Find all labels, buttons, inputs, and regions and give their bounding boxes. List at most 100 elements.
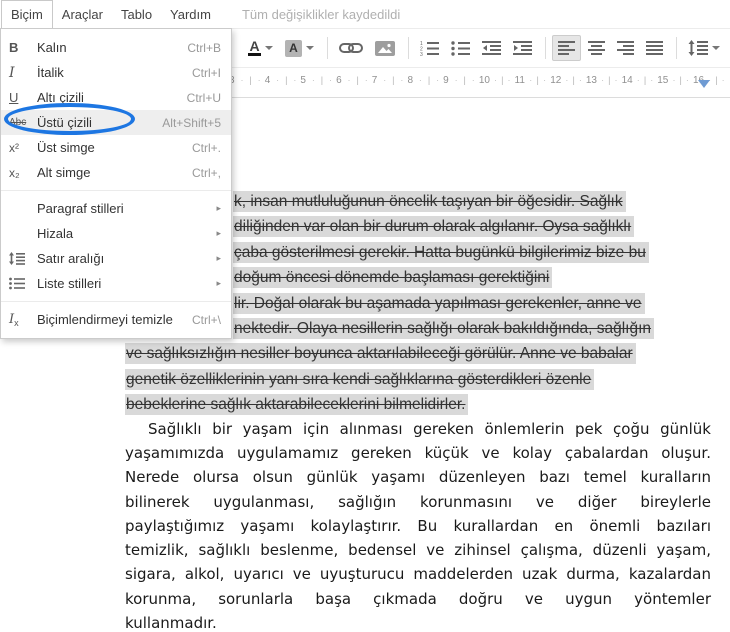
ruler-ticks: 3·|·4·|·5·|·6·|·7·|·8·|·9·|·10·|·11·|·12… — [227, 75, 727, 86]
indent-icon — [513, 40, 532, 56]
highlight-color-button[interactable]: A — [280, 35, 319, 61]
align-left-button[interactable] — [552, 35, 581, 61]
insert-link-button[interactable] — [334, 35, 368, 61]
paragraph-line[interactable]: Sağlıklı bir yaşam için alınması gereken… — [125, 417, 711, 441]
ruler-cell: 11·|· — [513, 75, 549, 86]
ruler-number: 12 — [550, 75, 561, 86]
paragraph-line[interactable]: temizlik, sağlıklı beslenme, bedensel ve… — [125, 538, 711, 562]
highlight-color-icon: A — [285, 40, 302, 57]
ruler-tick: · — [722, 75, 725, 85]
menu-item-paragraf-stilleri[interactable]: Paragraf stilleri ▸ — [1, 196, 231, 221]
menu-item-ust-simge[interactable]: x² Üst simge Ctrl+. — [1, 135, 231, 160]
italic-icon: I — [9, 65, 37, 81]
selected-strikethrough-line[interactable]: genetik özelliklerinin yanı sıra kendi s… — [125, 369, 594, 390]
ruler-cell: 5·|· — [298, 75, 334, 86]
selected-strikethrough-line[interactable]: ve sağlıksızlığın nesiller boyunca aktar… — [125, 343, 636, 364]
menu-item-liste-stilleri[interactable]: Liste stilleri ▸ — [1, 271, 231, 296]
justify-icon — [646, 40, 663, 56]
decrease-indent-button[interactable] — [477, 35, 506, 61]
ruler-number: 5 — [300, 75, 306, 86]
ruler-number: 4 — [265, 75, 271, 86]
menu-araclar[interactable]: Araçlar — [53, 0, 112, 28]
ruler-cell: 14·|· — [620, 75, 656, 86]
toolbar-separator — [676, 37, 677, 59]
submenu-arrow-icon: ▸ — [216, 253, 221, 264]
selected-strikethrough-line[interactable]: diliğinden var olan bir durum olarak alg… — [233, 216, 634, 237]
line-spacing-icon — [9, 252, 37, 265]
selected-strikethrough-line[interactable]: k, insan mutluluğunun öncelik taşıyan bi… — [233, 191, 626, 212]
ruler-tick: · — [601, 75, 604, 85]
ruler-tick: · — [455, 75, 458, 85]
bold-icon: B — [9, 40, 37, 55]
align-center-button[interactable] — [583, 35, 610, 61]
paragraph-line[interactable]: yaşamımızda uygulamamız gereken küçük ve… — [125, 441, 711, 465]
ruler-tick: | — [572, 75, 574, 85]
line-spacing-button[interactable] — [683, 35, 725, 61]
ruler-tick: · — [672, 75, 675, 85]
text-color-button[interactable]: A — [243, 35, 278, 61]
justify-button[interactable] — [641, 35, 668, 61]
ruler-tick: · — [258, 75, 261, 85]
ruler-tick: | — [715, 75, 717, 85]
selected-strikethrough-line[interactable]: çaba gösterilmesi gerekir. Hatta bugünkü… — [233, 242, 649, 263]
menu-item-bicimlendirmeyi-temizle[interactable]: Ix Biçimlendirmeyi temizle Ctrl+\ — [1, 307, 231, 332]
paragraph-line[interactable]: paylaştığımız yaşamı kolaylaştırır. Bu k… — [125, 514, 711, 538]
selected-strikethrough-line[interactable]: doğum öncesi dönemde başlaması gerektiği… — [233, 267, 552, 288]
menu-bicim[interactable]: Biçim — [1, 0, 53, 28]
menu-item-kalin[interactable]: B Kalın Ctrl+B — [1, 35, 231, 60]
increase-indent-button[interactable] — [508, 35, 537, 61]
selected-strikethrough-line[interactable]: bebeklerine sağlık aktarabileceklerini b… — [125, 394, 468, 415]
align-right-button[interactable] — [612, 35, 639, 61]
ruler-tick: | — [501, 75, 503, 85]
ruler-tick: · — [579, 75, 582, 85]
selected-strikethrough-line[interactable]: nektedir. Olaya nesillerin sağlığı olara… — [233, 318, 654, 339]
format-menu-dropdown: B Kalın Ctrl+B I İtalik Ctrl+I U Altı çi… — [0, 28, 232, 339]
subscript-icon: x₂ — [9, 166, 37, 180]
ruler-cell: 8·|· — [405, 75, 441, 86]
menu-item-satir-araligi[interactable]: Satır aralığı ▸ — [1, 246, 231, 271]
align-right-icon — [617, 40, 634, 56]
list-styles-icon — [9, 277, 37, 290]
paragraph-line[interactable]: sigara, alkol, uyarıcı ve uyuşturucu mad… — [125, 562, 711, 586]
menu-item-italik[interactable]: I İtalik Ctrl+I — [1, 60, 231, 85]
ruler-tick: | — [680, 75, 682, 85]
ruler-number: 15 — [657, 75, 668, 86]
paragraph-line[interactable]: kullanmadır. — [125, 611, 711, 632]
ruler-tick: · — [419, 75, 422, 85]
ruler-tick: · — [365, 75, 368, 85]
paragraph-line[interactable]: Nerede olursa olsun günlük yaşamı düzenl… — [125, 465, 711, 489]
selected-strikethrough-line[interactable]: lir. Doğal olarak bu aşamada yapılması g… — [233, 293, 645, 314]
ruler-tick: · — [494, 75, 497, 85]
google-docs-window: Biçim Araçlar Tablo Yardım Tüm değişikli… — [0, 0, 730, 632]
ruler-tick: · — [400, 75, 403, 85]
menu-item-hizala[interactable]: Hizala ▸ — [1, 221, 231, 246]
ruler-tick: · — [565, 75, 568, 85]
paragraph-line[interactable]: korunma, sorunlarla başa çıkmada doğru v… — [125, 587, 711, 611]
ruler-cell: 13·|· — [584, 75, 620, 86]
menu-yardim[interactable]: Yardım — [161, 0, 220, 28]
menu-tablo[interactable]: Tablo — [112, 0, 161, 28]
underline-icon: U — [9, 90, 37, 105]
ruler-tick: | — [392, 75, 394, 85]
ruler-tick: · — [383, 75, 386, 85]
ruler-number: 13 — [586, 75, 597, 86]
paragraph-line[interactable]: bilinerek uygulanması, sağlığın korunmas… — [125, 490, 711, 514]
bulleted-list-button[interactable] — [446, 35, 475, 61]
save-status: Tüm değişiklikler kaydedildi — [242, 0, 400, 28]
indent-marker[interactable] — [698, 80, 710, 88]
ruler-cell: 10·|· — [477, 75, 513, 86]
insert-image-button[interactable] — [370, 35, 400, 61]
ruler-tick: · — [615, 75, 618, 85]
submenu-arrow-icon: ▸ — [216, 228, 221, 239]
ruler-tick: · — [348, 75, 351, 85]
ruler-number: 9 — [443, 75, 449, 86]
ruler-tick: | — [537, 75, 539, 85]
menu-item-alt-simge[interactable]: x₂ Alt simge Ctrl+, — [1, 160, 231, 185]
svg-text:3: 3 — [420, 52, 423, 56]
bulleted-list-icon — [451, 40, 470, 56]
ruler-tick: · — [543, 75, 546, 85]
numbered-list-button[interactable]: 1 2 3 — [415, 35, 444, 61]
menu-item-ustu-cizili[interactable]: Abc Üstü çizili Alt+Shift+5 — [1, 110, 231, 135]
menu-item-alti-cizili[interactable]: U Altı çizili Ctrl+U — [1, 85, 231, 110]
ruler-tick: · — [650, 75, 653, 85]
